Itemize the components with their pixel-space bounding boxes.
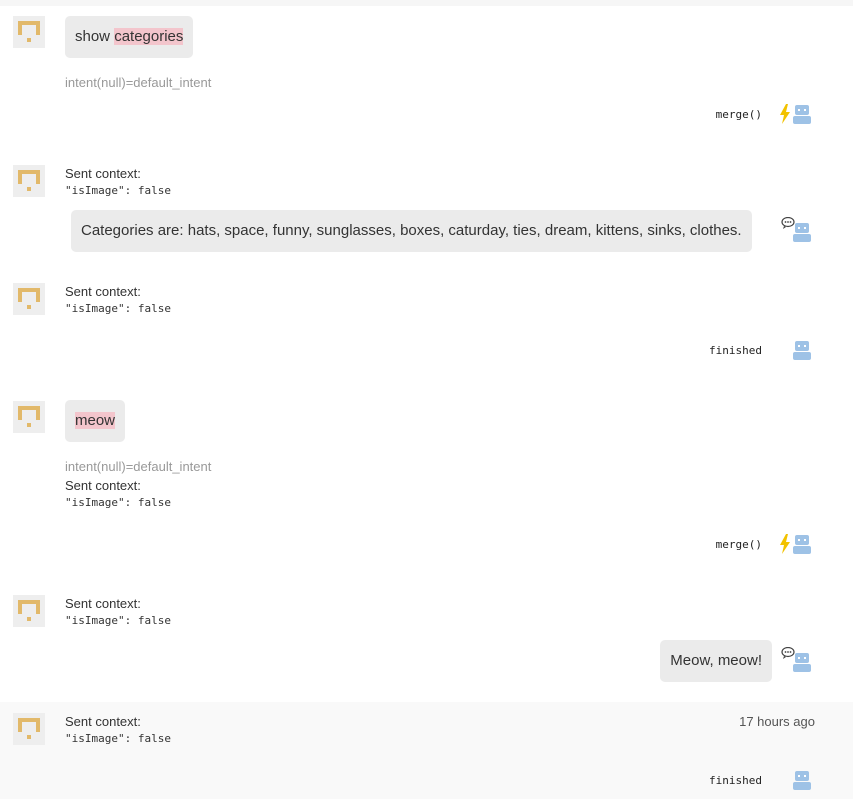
user-avatar-icon xyxy=(13,713,45,745)
highlighted-entity: categories xyxy=(114,28,184,45)
action-label: finished xyxy=(709,344,762,357)
context-label: Sent context: xyxy=(65,166,141,181)
robot-icon xyxy=(793,223,811,242)
context-value: "isImage": false xyxy=(65,614,171,627)
bot-reply-bubble: Meow, meow! xyxy=(660,640,772,682)
flash-icon xyxy=(780,534,790,554)
action-label: merge() xyxy=(715,108,762,121)
user-message-bubble: meow xyxy=(65,400,126,442)
bot-reply-bubble: Categories are: hats, space, funny, sung… xyxy=(71,210,752,252)
context-value: "isImage": false xyxy=(65,302,171,315)
user-avatar-icon xyxy=(13,283,45,315)
highlighted-entity: meow xyxy=(75,412,116,429)
context-value: "isImage": false xyxy=(65,496,171,509)
robot-icon xyxy=(793,653,811,672)
context-value: "isImage": false xyxy=(65,184,171,197)
timestamp: 17 hours ago xyxy=(739,714,815,729)
user-avatar-icon xyxy=(13,595,45,627)
context-value: "isImage": false xyxy=(65,732,171,745)
user-avatar-icon xyxy=(13,401,45,433)
intent-label: intent(null)=default_intent xyxy=(65,459,212,474)
context-label: Sent context: xyxy=(65,714,141,729)
flash-icon xyxy=(780,104,790,124)
context-label: Sent context: xyxy=(65,596,141,611)
intent-label: intent(null)=default_intent xyxy=(65,75,212,90)
action-label: finished xyxy=(709,774,762,787)
user-message-bubble: show categories xyxy=(65,16,194,58)
robot-icon xyxy=(793,341,811,360)
action-label: merge() xyxy=(715,538,762,551)
user-avatar-icon xyxy=(13,165,45,197)
top-bar xyxy=(0,0,853,6)
context-label: Sent context: xyxy=(65,284,141,299)
robot-icon xyxy=(793,105,811,124)
user-avatar-icon xyxy=(13,16,45,48)
robot-icon xyxy=(793,535,811,554)
context-label: Sent context: xyxy=(65,478,141,493)
message-text: show xyxy=(75,28,115,45)
robot-icon xyxy=(793,771,811,790)
